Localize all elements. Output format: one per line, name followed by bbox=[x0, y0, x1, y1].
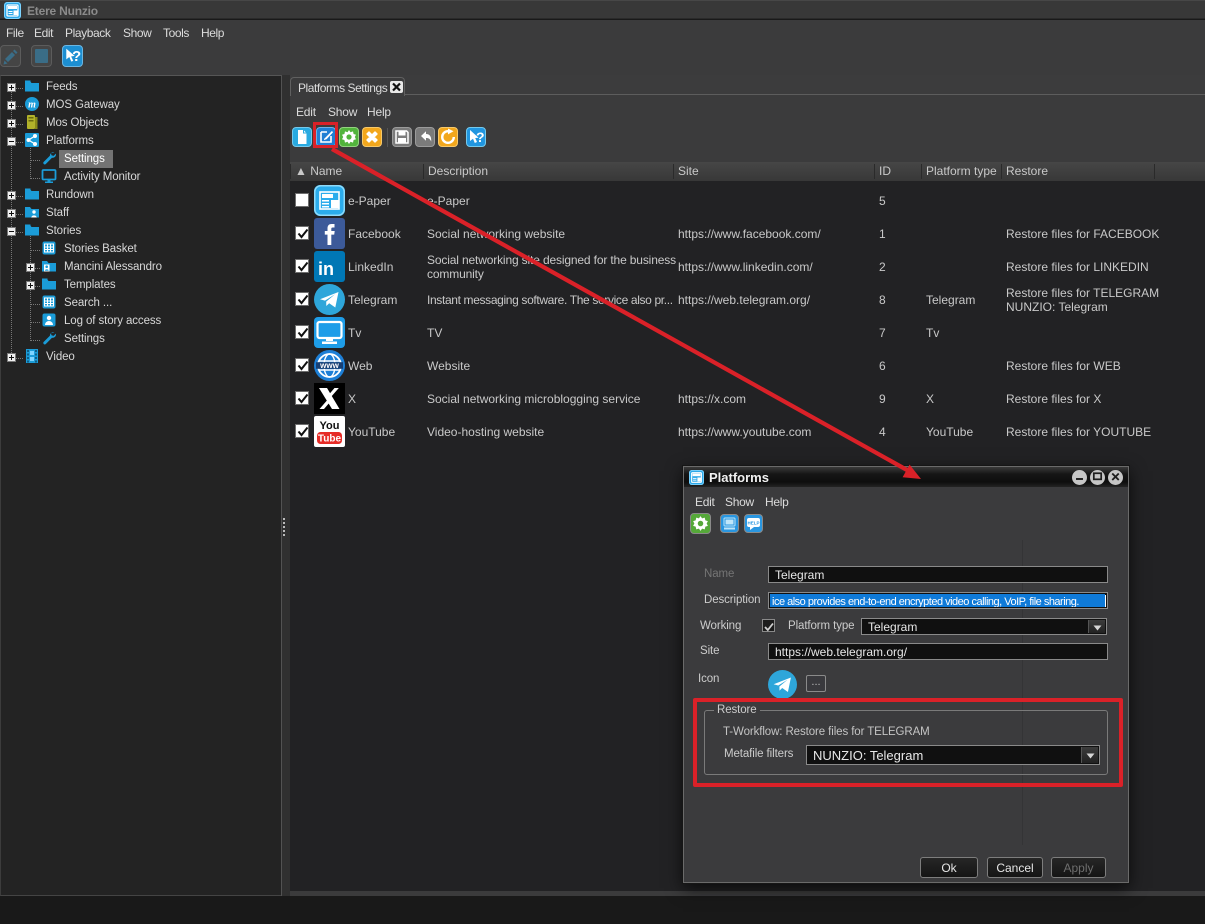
svg-text:www: www bbox=[319, 361, 339, 370]
svg-text:HELP: HELP bbox=[747, 521, 759, 526]
svg-text:in: in bbox=[318, 259, 334, 279]
svg-text:You: You bbox=[320, 420, 340, 432]
svg-text:m: m bbox=[28, 100, 36, 111]
svg-text:Tube: Tube bbox=[318, 434, 342, 445]
